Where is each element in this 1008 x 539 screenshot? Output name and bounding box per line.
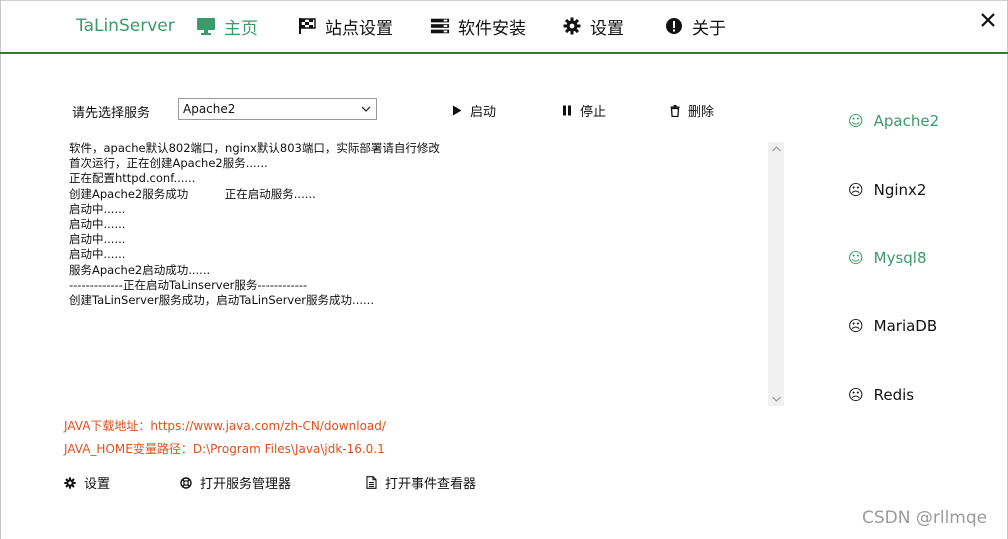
gear-icon: [562, 16, 582, 36]
exclamation-icon: [664, 16, 684, 36]
log-output: 软件，apache默认802端口，nginx默认803端口，实际部署请自行修改首…: [69, 141, 759, 403]
close-icon: [981, 13, 995, 27]
delete-button[interactable]: 删除: [670, 101, 714, 120]
stop-label: 停止: [580, 105, 607, 120]
service-item-nginx2[interactable]: ☹ Nginx2: [848, 181, 926, 199]
service-item-apache2[interactable]: ☺ Apache2: [848, 112, 939, 130]
log-line: 启动中......: [69, 201, 126, 216]
scroll-down-button[interactable]: [768, 392, 784, 406]
log-line: 正在配置httpd.conf......: [69, 171, 196, 186]
open-event-viewer-label: 打开事件查看器: [385, 477, 477, 492]
service-item-mariadb[interactable]: ☹ MariaDB: [848, 317, 937, 335]
pause-icon: [563, 105, 571, 116]
start-button[interactable]: 启动: [452, 101, 496, 120]
chevron-up-icon: [771, 146, 781, 152]
smile-icon: ☺: [848, 112, 864, 130]
log-line: 启动中......: [69, 217, 126, 232]
trash-icon: [670, 104, 680, 117]
nav-divider: [0, 52, 1008, 54]
bottom-settings-label: 设置: [84, 477, 111, 492]
nav-software-install-label: 软件安装: [458, 18, 526, 39]
java-download-link[interactable]: JAVA下载地址：https://www.java.com/zh-CN/down…: [64, 417, 386, 434]
service-item-mysql8[interactable]: ☺ Mysql8: [848, 249, 927, 267]
stop-button[interactable]: 停止: [562, 101, 606, 120]
scroll-up-button[interactable]: [768, 142, 784, 156]
log-line: 首次运行，正在创建Apache2服务......: [69, 156, 268, 171]
service-item-redis[interactable]: ☹ Redis: [848, 386, 914, 404]
service-name: Redis: [873, 386, 915, 404]
nav-about-label: 关于: [692, 18, 726, 39]
frown-icon: ☹: [848, 317, 864, 335]
log-line: 服务Apache2启动成功......: [69, 262, 211, 277]
service-select-value: Apache2: [183, 102, 236, 116]
java-home-path: JAVA_HOME变量路径：D:\Program Files\Java\jdk-…: [64, 442, 385, 456]
service-name: Nginx2: [873, 181, 927, 199]
log-line: -------------正在启动TaLinserver服务----------…: [69, 277, 308, 292]
document-icon: [366, 476, 377, 489]
close-button[interactable]: [978, 10, 998, 30]
start-label: 启动: [470, 105, 497, 120]
service-name: Apache2: [873, 112, 940, 130]
open-service-manager-button[interactable]: 打开服务管理器: [180, 473, 291, 492]
app-brand: TaLinServer: [76, 16, 175, 36]
delete-label: 删除: [688, 105, 715, 120]
open-service-manager-label: 打开服务管理器: [200, 477, 292, 492]
nav-settings-label: 设置: [590, 18, 624, 39]
log-line: 创建TaLinServer服务成功，启动TaLinServer服务成功.....…: [69, 293, 374, 308]
service-name: Mysql8: [873, 249, 927, 267]
monitor-icon: [196, 16, 216, 36]
log-line: 创建Apache2服务成功 正在启动服务......: [69, 186, 316, 201]
server-icon: [430, 16, 450, 36]
service-select[interactable]: Apache2: [178, 98, 377, 120]
nav-software-install[interactable]: 软件安装: [430, 15, 526, 39]
nav-home[interactable]: 主页: [196, 15, 258, 39]
watermark: CSDN @rllmqe: [862, 508, 988, 528]
log-line: 启动中......: [69, 247, 126, 262]
smile-icon: ☺: [848, 249, 864, 267]
gear-icon: [64, 476, 76, 489]
frown-icon: ☹: [848, 386, 864, 404]
log-scrollbar[interactable]: [768, 142, 784, 406]
flag-icon: [297, 16, 317, 36]
nav-settings[interactable]: 设置: [562, 15, 624, 39]
nav-about[interactable]: 关于: [664, 15, 726, 39]
nav-home-label: 主页: [224, 18, 258, 39]
window-left-edge: [0, 0, 1, 539]
frown-icon: ☹: [848, 181, 864, 199]
service-name: MariaDB: [873, 317, 938, 335]
open-event-viewer-button[interactable]: 打开事件查看器: [366, 473, 476, 492]
log-line: 启动中......: [69, 232, 126, 247]
nav-site-settings-label: 站点设置: [325, 18, 393, 39]
chevron-down-icon: [771, 396, 781, 402]
top-nav: TaLinServer 主页 站点设置 软件安装 设置 关于: [0, 0, 1008, 52]
chevron-down-icon: [361, 106, 371, 112]
service-select-label: 请先选择服务: [72, 106, 151, 121]
log-line: 软件，apache默认802端口，nginx默认803端口，实际部署请自行修改: [69, 141, 440, 155]
nav-site-settings[interactable]: 站点设置: [297, 15, 393, 39]
bottom-settings-button[interactable]: 设置: [64, 473, 110, 492]
lifebuoy-icon: [180, 476, 192, 489]
play-icon: [453, 105, 462, 116]
